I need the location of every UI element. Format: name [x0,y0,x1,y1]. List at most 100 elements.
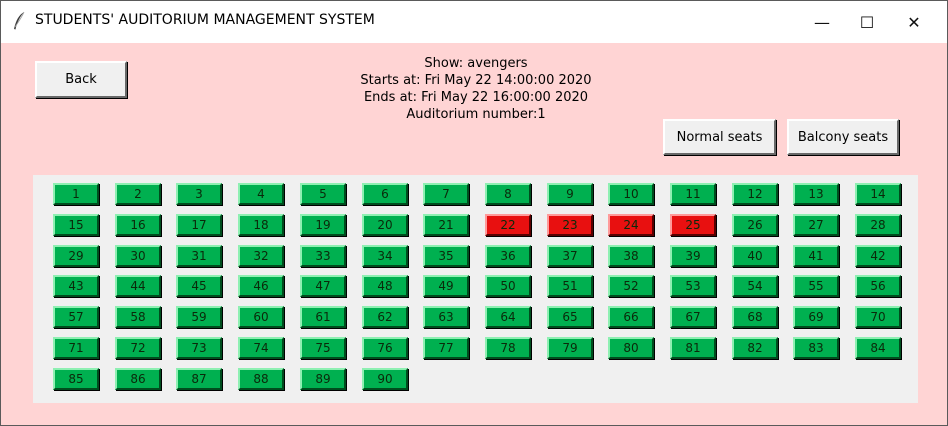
seat-button[interactable]: 52 [608,275,654,297]
seat-button[interactable]: 1 [53,183,99,205]
seat-button[interactable]: 83 [793,337,839,359]
seat-button[interactable]: 55 [793,275,839,297]
seat-button[interactable]: 33 [300,245,346,267]
seat-button[interactable]: 3 [176,183,222,205]
seat-button[interactable]: 2 [115,183,161,205]
seat-button[interactable]: 30 [115,245,161,267]
seat-button[interactable]: 19 [300,214,346,236]
seat-button[interactable]: 80 [608,337,654,359]
balcony-seats-button[interactable]: Balcony seats [787,119,899,155]
seat-button[interactable]: 88 [238,368,284,390]
seat-button[interactable]: 76 [362,337,408,359]
maximize-button[interactable]: ☐ [844,1,890,43]
seat-button[interactable]: 77 [423,337,469,359]
seat-button[interactable]: 28 [855,214,901,236]
seat-button[interactable]: 39 [670,245,716,267]
close-button[interactable]: ✕ [891,1,937,43]
seat-button[interactable]: 47 [300,275,346,297]
seat-button[interactable]: 53 [670,275,716,297]
seat-button[interactable]: 5 [300,183,346,205]
seat-button[interactable]: 7 [423,183,469,205]
seat-button[interactable]: 18 [238,214,284,236]
seat-button[interactable]: 63 [423,306,469,328]
seat-button[interactable]: 11 [670,183,716,205]
seat-button[interactable]: 31 [176,245,222,267]
seat-button[interactable]: 8 [485,183,531,205]
seat-button[interactable]: 70 [855,306,901,328]
seat-button-booked[interactable]: 22 [485,214,531,236]
show-info: Show: avengers Starts at: Fri May 22 14:… [341,55,611,123]
main-content: Back Show: avengers Starts at: Fri May 2… [1,43,947,425]
seat-button[interactable]: 71 [53,337,99,359]
seat-button[interactable]: 34 [362,245,408,267]
seat-button[interactable]: 45 [176,275,222,297]
seat-button[interactable]: 69 [793,306,839,328]
seat-button-booked[interactable]: 24 [608,214,654,236]
seat-button[interactable]: 66 [608,306,654,328]
seat-button[interactable]: 62 [362,306,408,328]
seat-button[interactable]: 26 [732,214,778,236]
seat-button[interactable]: 4 [238,183,284,205]
seat-button[interactable]: 35 [423,245,469,267]
seat-button[interactable]: 84 [855,337,901,359]
seat-button[interactable]: 85 [53,368,99,390]
seat-button[interactable]: 36 [485,245,531,267]
seat-button[interactable]: 16 [115,214,161,236]
seat-button[interactable]: 81 [670,337,716,359]
seat-button[interactable]: 27 [793,214,839,236]
seat-button[interactable]: 58 [115,306,161,328]
seat-button-booked[interactable]: 23 [547,214,593,236]
minimize-button[interactable]: — [799,1,845,43]
seat-button[interactable]: 72 [115,337,161,359]
seat-button[interactable]: 6 [362,183,408,205]
seat-button-booked[interactable]: 25 [670,214,716,236]
seat-button[interactable]: 68 [732,306,778,328]
seat-button[interactable]: 48 [362,275,408,297]
seat-button[interactable]: 82 [732,337,778,359]
seat-button[interactable]: 14 [855,183,901,205]
seat-button[interactable]: 41 [793,245,839,267]
show-start-time: Starts at: Fri May 22 14:00:00 2020 [360,73,592,88]
seat-button[interactable]: 86 [115,368,161,390]
seat-button[interactable]: 74 [238,337,284,359]
seat-button[interactable]: 17 [176,214,222,236]
seat-button[interactable]: 79 [547,337,593,359]
seat-button[interactable]: 42 [855,245,901,267]
seat-button[interactable]: 13 [793,183,839,205]
seat-button[interactable]: 40 [732,245,778,267]
seat-button[interactable]: 67 [670,306,716,328]
seat-button[interactable]: 87 [176,368,222,390]
seat-button[interactable]: 29 [53,245,99,267]
seat-button[interactable]: 59 [176,306,222,328]
seat-button[interactable]: 21 [423,214,469,236]
seat-button[interactable]: 9 [547,183,593,205]
seat-button[interactable]: 20 [362,214,408,236]
back-button[interactable]: Back [35,61,127,98]
seat-button[interactable]: 54 [732,275,778,297]
title-bar[interactable]: STUDENTS' AUDITORIUM MANAGEMENT SYSTEM —… [1,1,947,43]
seat-button[interactable]: 78 [485,337,531,359]
seat-button[interactable]: 44 [115,275,161,297]
seat-button[interactable]: 89 [300,368,346,390]
seat-button[interactable]: 57 [53,306,99,328]
seat-button[interactable]: 61 [300,306,346,328]
seat-button[interactable]: 15 [53,214,99,236]
seat-button[interactable]: 12 [732,183,778,205]
seat-button[interactable]: 90 [362,368,408,390]
seat-button[interactable]: 73 [176,337,222,359]
seat-button[interactable]: 49 [423,275,469,297]
seat-button[interactable]: 56 [855,275,901,297]
seat-button[interactable]: 64 [485,306,531,328]
seat-button[interactable]: 38 [608,245,654,267]
seat-button[interactable]: 51 [547,275,593,297]
seat-button[interactable]: 60 [238,306,284,328]
seat-button[interactable]: 46 [238,275,284,297]
seat-button[interactable]: 37 [547,245,593,267]
seat-button[interactable]: 10 [608,183,654,205]
seat-button[interactable]: 32 [238,245,284,267]
seat-button[interactable]: 75 [300,337,346,359]
seat-button[interactable]: 43 [53,275,99,297]
seat-button[interactable]: 50 [485,275,531,297]
normal-seats-button[interactable]: Normal seats [663,119,776,155]
seat-button[interactable]: 65 [547,306,593,328]
